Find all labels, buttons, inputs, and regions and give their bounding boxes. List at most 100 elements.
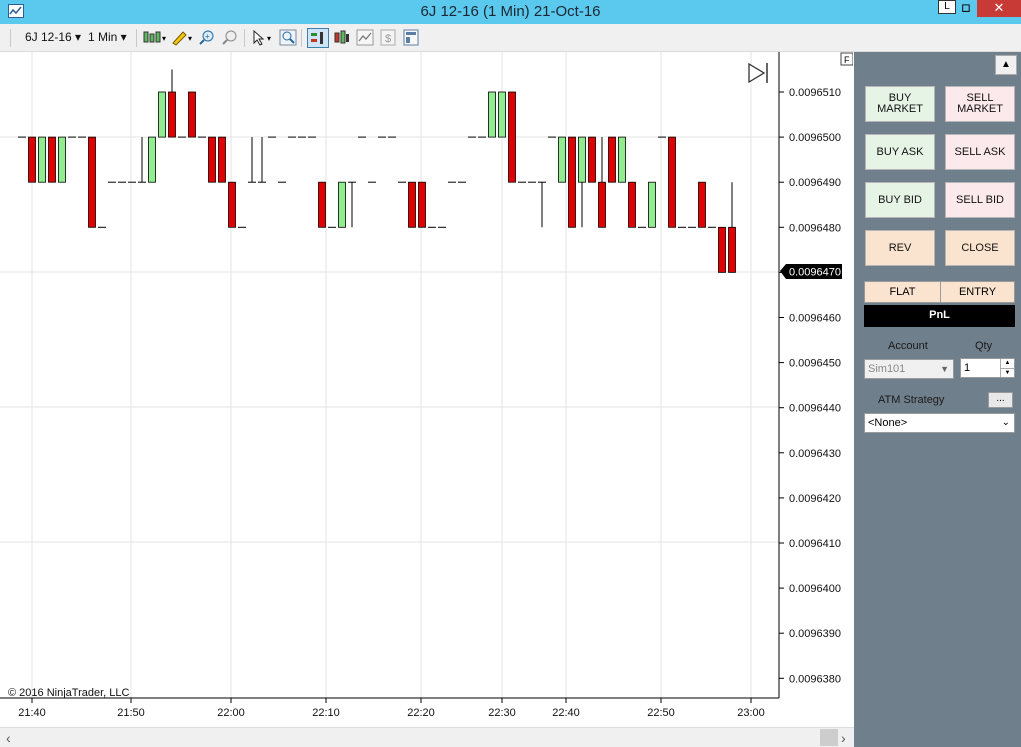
candle-body — [148, 136, 156, 183]
strategies-icon[interactable] — [356, 29, 374, 46]
svg-text:+: + — [205, 32, 210, 41]
entry-button[interactable]: ENTRY — [941, 282, 1014, 302]
scroll-left-icon[interactable]: ‹ — [6, 730, 11, 746]
candle — [488, 91, 496, 138]
chart-toolbar: 6J 12-16 ▾ 1 Min ▾ ▾ ▾ + ▾ $ — [0, 24, 1021, 52]
chart-panel[interactable]: 0.0096510 0.0096500 0.0096490 0.0096480 0.00… — [0, 52, 853, 727]
price-tick-label: 0.0096380 — [789, 673, 841, 685]
time-tick-label: 21:40 — [18, 707, 46, 719]
time-axis: 21:40 21:50 22:00 22:10 22:20 22:30 22:40 22:50… — [18, 698, 765, 719]
candle — [88, 136, 96, 228]
candle — [558, 136, 566, 183]
candle-body — [318, 181, 326, 228]
candles — [18, 69, 736, 273]
candle — [608, 136, 616, 183]
candle-body — [418, 181, 426, 228]
time-tick-label: 22:30 — [488, 707, 516, 719]
buy-market-button[interactable]: BUY MARKET — [865, 86, 935, 122]
candle — [618, 136, 626, 183]
candle-body — [598, 181, 606, 228]
candle — [668, 136, 676, 228]
scroll-to-end-icon[interactable] — [748, 62, 768, 84]
candle — [598, 137, 606, 228]
close-position-button[interactable]: CLOSE — [945, 230, 1015, 266]
candle — [318, 181, 326, 228]
candle — [588, 136, 596, 183]
cursor-icon[interactable]: ▾ — [251, 29, 275, 46]
candle-body — [628, 181, 636, 228]
link-button[interactable]: L — [938, 0, 956, 14]
buy-ask-button[interactable]: BUY ASK — [865, 134, 935, 170]
candle-body — [218, 136, 226, 183]
properties-icon[interactable] — [402, 29, 420, 46]
window-title: 6J 12-16 (1 Min) 21-Oct-16 — [420, 3, 601, 20]
indicators-icon[interactable] — [333, 29, 351, 46]
zoom-out-icon[interactable] — [221, 29, 239, 46]
pencil-icon[interactable]: ▾ — [170, 29, 194, 46]
candle — [58, 136, 66, 183]
candle — [338, 181, 346, 228]
candle — [218, 136, 226, 183]
maximize-button[interactable]: ◻ — [955, 0, 977, 17]
qty-label: Qty — [975, 340, 993, 352]
qty-stepper[interactable]: 1 ▲ ▼ — [960, 358, 1015, 378]
candle-body — [88, 136, 96, 228]
time-tick-label: 22:00 — [217, 707, 245, 719]
scroll-thumb[interactable] — [820, 729, 838, 746]
candle-body — [698, 181, 706, 228]
qty-up-icon[interactable]: ▲ — [1000, 359, 1014, 368]
flat-button[interactable]: FLAT — [865, 282, 941, 302]
chart-trader-icon[interactable] — [307, 28, 329, 48]
price-axis: 0.0096510 0.0096500 0.0096490 0.0096480 0.00… — [779, 87, 841, 685]
instrument-selector[interactable]: 6J 12-16 ▾ — [25, 30, 81, 44]
atm-strategy-select[interactable]: <None> ⌄ — [864, 413, 1015, 433]
sell-ask-button[interactable]: SELL ASK — [945, 134, 1015, 170]
price-tick-label: 0.0096420 — [789, 493, 841, 505]
sell-market-button[interactable]: SELL MARKET — [945, 86, 1015, 122]
time-tick-label: 22:20 — [407, 707, 435, 719]
candle-body — [498, 91, 506, 138]
scroll-right-icon[interactable]: › — [841, 730, 846, 746]
collapse-up-icon[interactable]: ▲ — [995, 55, 1017, 75]
pnl-display: PnL — [864, 305, 1015, 327]
interval-label: 1 Min — [88, 30, 118, 44]
candle — [48, 136, 56, 183]
horizontal-scrollbar[interactable]: ‹ › — [0, 727, 854, 747]
instrument-label: 6J 12-16 — [25, 30, 72, 44]
price-tick-label: 0.0096390 — [789, 628, 841, 640]
price-tick-label: 0.0096450 — [789, 358, 841, 370]
atm-options-button[interactable]: ... — [988, 392, 1013, 408]
qty-down-icon[interactable]: ▼ — [1000, 368, 1014, 377]
candle — [168, 69, 176, 138]
candle-body — [58, 136, 66, 183]
account-value: Sim101 — [868, 363, 906, 375]
candle-body — [728, 226, 736, 273]
account-select[interactable]: Sim101 ▼ — [864, 359, 954, 379]
svg-text:▾: ▾ — [162, 34, 166, 43]
candle-body — [588, 136, 596, 183]
svg-text:▾: ▾ — [188, 34, 192, 43]
candle-body — [228, 181, 236, 228]
toolbar-separator — [301, 29, 302, 47]
interval-selector[interactable]: 1 Min ▾ — [88, 30, 127, 44]
sell-bid-button[interactable]: SELL BID — [945, 182, 1015, 218]
candle — [728, 182, 736, 273]
toolbar-separator — [136, 29, 137, 47]
time-tick-label: 22:40 — [552, 707, 580, 719]
chart-style-icon[interactable]: ▾ — [142, 29, 166, 46]
title-bar: 6J 12-16 (1 Min) 21-Oct-16 L ◻ ✕ — [0, 0, 1021, 24]
magnifier-icon[interactable] — [279, 29, 297, 46]
candle — [698, 181, 706, 228]
candle — [568, 136, 576, 228]
rev-button[interactable]: REV — [865, 230, 935, 266]
buy-bid-button[interactable]: BUY BID — [865, 182, 935, 218]
zoom-in-icon[interactable]: + — [198, 29, 216, 46]
candle-body — [408, 181, 416, 228]
dollar-icon[interactable]: $ — [379, 29, 397, 46]
flat-entry-row: FLAT ENTRY — [864, 281, 1015, 303]
price-chart[interactable]: 0.0096510 0.0096500 0.0096490 0.0096480 0.00… — [0, 52, 853, 727]
candle — [138, 137, 146, 183]
candle — [148, 136, 156, 183]
close-button[interactable]: ✕ — [977, 0, 1021, 17]
candle-body — [568, 136, 576, 228]
